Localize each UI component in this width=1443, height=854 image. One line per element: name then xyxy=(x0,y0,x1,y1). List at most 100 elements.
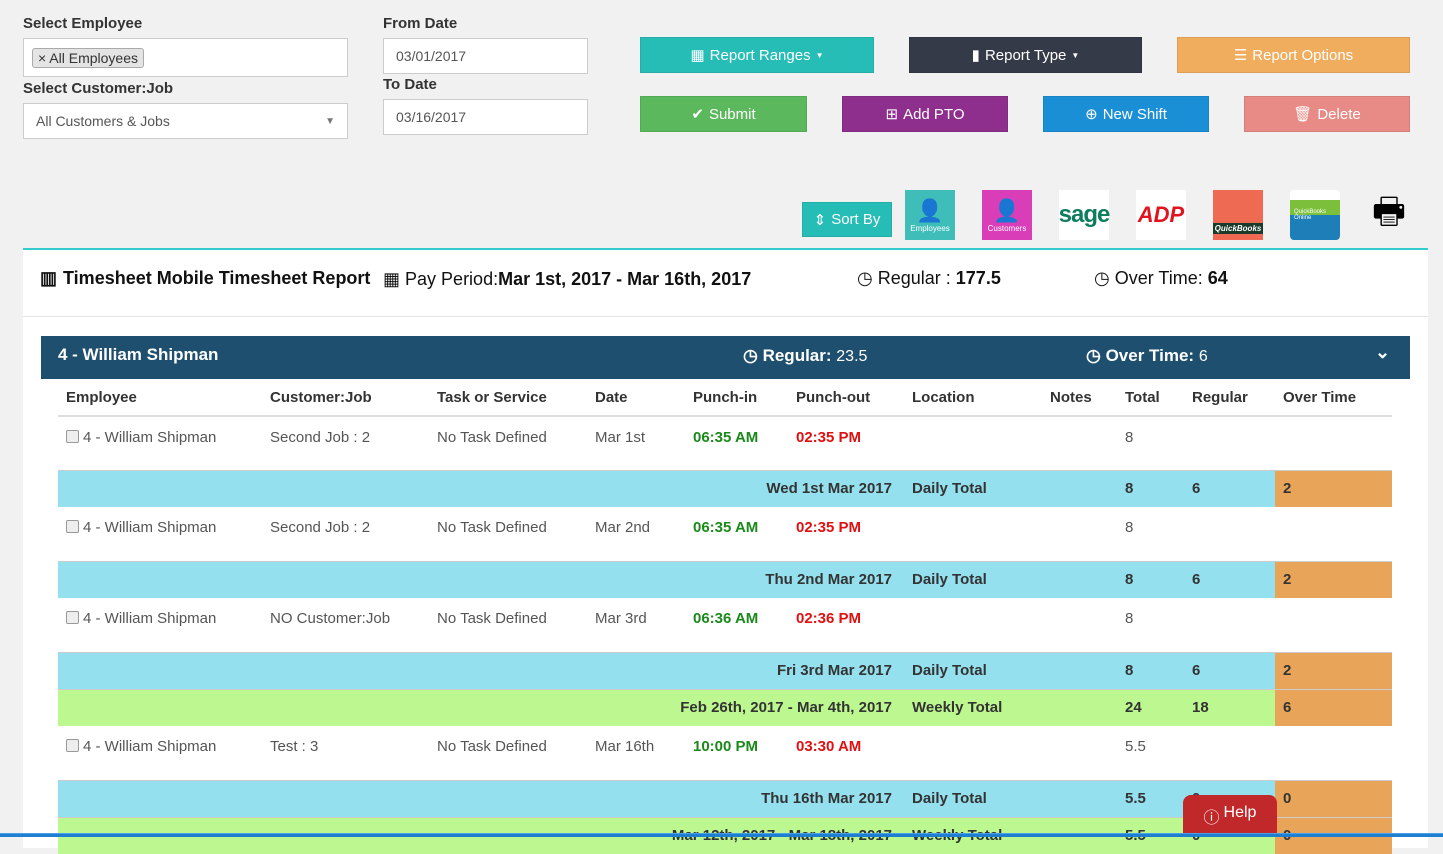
report-options-button[interactable]: ☰ Report Options xyxy=(1177,37,1410,73)
employee-select[interactable]: × All Employees xyxy=(23,38,348,77)
caret-icon: ▼ xyxy=(815,50,824,60)
notes-cell xyxy=(1042,688,1117,726)
punch-out-cell: 02:35 PM xyxy=(796,429,862,446)
location-cell xyxy=(904,416,1042,470)
regular-cell: 6 xyxy=(1184,651,1275,689)
total-kind: Daily Total xyxy=(904,779,1042,817)
employee-regular: ◷ Regular: 23.5 xyxy=(743,346,867,366)
task-cell: No Task Defined xyxy=(437,738,547,755)
customer-select[interactable]: All Customers & Jobs ▼ xyxy=(23,103,348,139)
period-label: Thu 2nd Mar 2017 xyxy=(58,560,904,598)
employee-header[interactable]: 4 - William Shipman ◷ Regular: 23.5 ◷ Ov… xyxy=(41,336,1410,379)
print-icon[interactable]: 🖶 xyxy=(1364,190,1414,240)
from-date-input[interactable]: 03/01/2017 xyxy=(383,38,588,74)
job-cell: NO Customer:Job xyxy=(270,610,391,627)
sort-by-button[interactable]: ⇕ Sort By xyxy=(802,202,892,237)
taskbar-edge xyxy=(0,833,1443,837)
export-employees-button[interactable]: 👤 Employees xyxy=(905,190,955,240)
overtime-cell xyxy=(1275,598,1392,652)
notes-cell xyxy=(1042,560,1117,598)
row-checkbox[interactable] xyxy=(66,430,79,443)
trash-icon: 🗑 xyxy=(1293,106,1313,123)
notes-cell xyxy=(1042,651,1117,689)
delete-label: Delete xyxy=(1317,105,1361,123)
employee-overtime: ◷ Over Time: 6 xyxy=(1086,346,1208,366)
total-cell: 8 xyxy=(1125,429,1134,446)
row-checkbox[interactable] xyxy=(66,739,79,752)
overtime-cell xyxy=(1275,726,1392,780)
from-date-label: From Date xyxy=(383,15,458,32)
notes-cell xyxy=(1042,726,1117,780)
timesheet-table: Employee Customer:Job Task or Service Date P… xyxy=(58,380,1392,854)
total-kind: Daily Total xyxy=(904,651,1042,689)
help-button[interactable]: ⓘ Help xyxy=(1183,795,1277,837)
total-cell: 8 xyxy=(1117,651,1184,689)
regular-cell: 6 xyxy=(1184,469,1275,507)
overtime-cell: 6 xyxy=(1275,688,1392,726)
report-type-button[interactable]: ▮ Report Type ▼ xyxy=(909,37,1142,73)
column-header: Customer:Job xyxy=(262,380,429,417)
total-cell: 5.5 xyxy=(1117,779,1184,817)
punch-in-cell: 06:35 AM xyxy=(693,429,759,446)
plus-circle-icon: ⊕ xyxy=(1085,106,1098,123)
column-header: Over Time xyxy=(1275,380,1392,417)
regular-cell xyxy=(1184,598,1275,652)
notes-cell xyxy=(1042,779,1117,817)
overtime-cell xyxy=(1275,507,1392,561)
regular-label: Regular : xyxy=(877,268,956,288)
column-header: Regular xyxy=(1184,380,1275,417)
sage-export-logo[interactable]: sage xyxy=(1059,190,1110,240)
chevron-down-icon[interactable]: ⌄ xyxy=(1375,342,1390,363)
column-header: Punch-in xyxy=(685,380,788,417)
check-icon: ✔ xyxy=(691,106,704,123)
quickbooks-online-export-logo[interactable]: QuickBooks Online xyxy=(1290,190,1340,240)
notes-cell xyxy=(1042,469,1117,507)
clock-icon: ◷ xyxy=(743,346,758,365)
employee-excel-icon: 👤 xyxy=(916,197,944,223)
table-row: 4 - William Shipman Second Job : 2 No Task… xyxy=(58,507,1392,561)
sort-icon: ⇕ xyxy=(813,211,827,229)
column-header: Punch-out xyxy=(788,380,904,417)
column-header: Date xyxy=(587,380,685,417)
add-pto-button[interactable]: ⊞ Add PTO xyxy=(842,96,1008,132)
to-date-input[interactable]: 03/16/2017 xyxy=(383,99,588,135)
column-header: Location xyxy=(904,380,1042,417)
pay-period-label: Pay Period: xyxy=(405,269,499,289)
employee-name: 4 - William Shipman xyxy=(83,610,217,627)
export-customers-button[interactable]: 👤 Customers xyxy=(982,190,1032,240)
caret-down-icon: ▼ xyxy=(325,115,335,127)
to-date-label: To Date xyxy=(383,76,437,93)
punch-out-cell: 02:36 PM xyxy=(796,610,862,627)
location-cell xyxy=(904,726,1042,780)
report-ranges-button[interactable]: ▦ Report Ranges ▼ xyxy=(640,37,874,73)
pay-period: ▦ Pay Period:Mar 1st, 2017 - Mar 16th, 2… xyxy=(383,269,751,290)
submit-button[interactable]: ✔ Submit xyxy=(640,96,807,132)
adp-export-logo[interactable]: ADP xyxy=(1136,190,1186,240)
employee-tag[interactable]: × All Employees xyxy=(32,47,144,68)
employee-cell: 4 - William Shipman xyxy=(58,598,262,652)
table-header-row: Employee Customer:Job Task or Service Date P… xyxy=(58,380,1392,417)
add-pto-label: Add PTO xyxy=(903,105,965,123)
row-checkbox[interactable] xyxy=(66,520,79,533)
regular-cell xyxy=(1184,416,1275,470)
report-type-label: Report Type xyxy=(984,46,1067,64)
overtime-cell: 2 xyxy=(1275,560,1392,598)
period-label: Thu 16th Mar 2017 xyxy=(58,779,904,817)
customer-excel-icon: 👤 xyxy=(993,197,1021,223)
row-checkbox[interactable] xyxy=(66,611,79,624)
total-kind: Weekly Total xyxy=(904,688,1042,726)
daily-total-row: Thu 2nd Mar 2017 Daily Total 8 6 2 xyxy=(58,560,1392,598)
qbo-label: QuickBooks Online xyxy=(1294,209,1327,221)
overtime-cell: 2 xyxy=(1275,469,1392,507)
column-header: Task or Service xyxy=(429,380,587,417)
employee-cell: 4 - William Shipman xyxy=(58,416,262,470)
new-shift-label: New Shift xyxy=(1102,105,1167,123)
notes-cell xyxy=(1042,507,1117,561)
divider xyxy=(23,316,1428,317)
delete-button[interactable]: 🗑 Delete xyxy=(1244,96,1410,132)
new-shift-button[interactable]: ⊕ New Shift xyxy=(1043,96,1209,132)
employee-name: 4 - William Shipman xyxy=(83,738,217,755)
report-regular: ◷ Regular : 177.5 xyxy=(857,268,1001,289)
employee-overtime-label: Over Time: xyxy=(1105,346,1195,365)
quickbooks-export-logo[interactable]: QuickBooks xyxy=(1212,190,1264,240)
